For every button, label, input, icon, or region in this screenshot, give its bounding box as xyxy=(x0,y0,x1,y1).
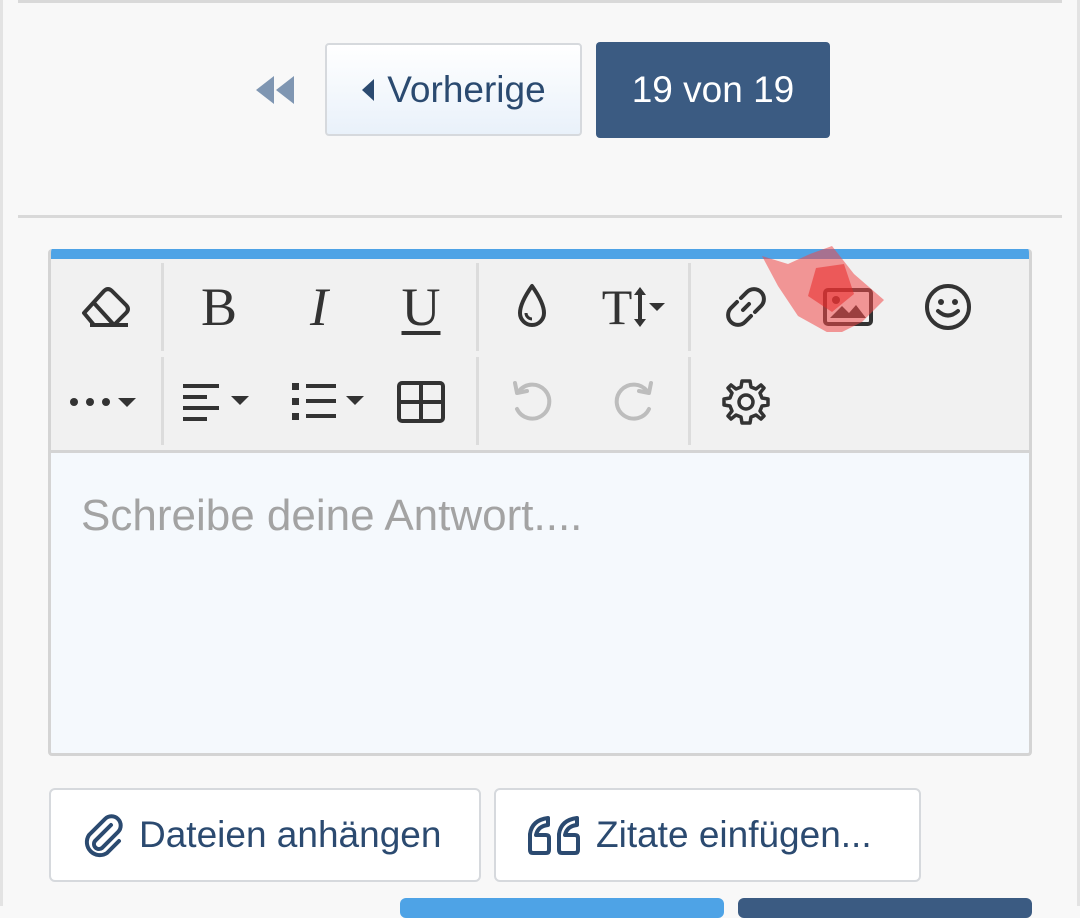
caret-left-icon xyxy=(362,78,375,101)
paperclip-icon xyxy=(84,814,123,858)
toolbar-separator xyxy=(161,263,164,351)
toolbar-separator xyxy=(476,263,479,351)
arrows-vertical-icon xyxy=(634,287,647,327)
reply-editor: B I U T Schreibe deine Antwort.... xyxy=(48,249,1032,756)
insert-image-button[interactable] xyxy=(798,267,898,347)
quote-icon xyxy=(528,816,580,855)
submit-reply-button[interactable] xyxy=(738,898,1032,918)
italic-button[interactable]: I xyxy=(269,267,369,347)
insert-link-button[interactable] xyxy=(696,267,796,347)
section-divider xyxy=(18,215,1062,218)
gear-icon xyxy=(722,379,770,425)
first-page-button[interactable] xyxy=(248,66,300,114)
undo-button[interactable] xyxy=(482,362,582,442)
italic-icon: I xyxy=(310,277,328,337)
smiley-icon xyxy=(925,284,971,330)
top-divider xyxy=(18,0,1062,3)
table-icon xyxy=(397,381,445,423)
toolbar-separator xyxy=(476,357,479,445)
remove-formatting-button[interactable] xyxy=(56,267,156,347)
font-size-button[interactable]: T xyxy=(584,267,684,347)
image-icon xyxy=(823,288,873,326)
redo-button[interactable] xyxy=(584,362,684,442)
toolbar-separator xyxy=(688,357,691,445)
more-icon xyxy=(70,398,136,407)
previous-page-label: Vorherige xyxy=(387,68,546,110)
attach-files-button[interactable]: Dateien anhängen xyxy=(49,788,481,882)
underline-button[interactable]: U xyxy=(371,267,471,347)
editor-accent-bar xyxy=(51,249,1029,259)
bold-icon: B xyxy=(200,277,238,337)
toolbar-separator xyxy=(161,357,164,445)
more-options-button[interactable] xyxy=(56,362,156,442)
chevron-down-icon xyxy=(649,303,666,311)
page-indicator[interactable]: 19 von 19 xyxy=(596,42,830,138)
text-size-glyph: T xyxy=(601,279,633,335)
underline-icon: U xyxy=(401,277,441,337)
droplet-icon xyxy=(518,284,546,327)
first-page-icon xyxy=(256,76,294,104)
text-color-button[interactable] xyxy=(482,267,582,347)
preview-button[interactable] xyxy=(400,898,724,918)
bold-button[interactable]: B xyxy=(169,267,269,347)
insert-quotes-button[interactable]: Zitate einfügen... xyxy=(494,788,921,882)
font-size-icon: T xyxy=(602,282,667,332)
align-button[interactable] xyxy=(169,362,269,442)
previous-page-button[interactable]: Vorherige xyxy=(325,43,582,136)
redo-icon xyxy=(614,381,653,421)
align-icon xyxy=(183,384,249,421)
insert-quotes-label: Zitate einfügen... xyxy=(596,814,872,855)
toolbar-separator xyxy=(688,263,691,351)
editor-settings-button[interactable] xyxy=(696,362,796,442)
reply-textarea-placeholder[interactable]: Schreibe deine Antwort.... xyxy=(81,491,582,541)
list-button[interactable] xyxy=(281,362,381,442)
list-icon xyxy=(292,383,364,420)
insert-smiley-button[interactable] xyxy=(898,267,998,347)
editor-toolbar: B I U T xyxy=(51,259,1029,453)
attach-files-label: Dateien anhängen xyxy=(139,814,442,855)
undo-icon xyxy=(513,381,552,421)
insert-table-button[interactable] xyxy=(371,362,471,442)
page-border-left xyxy=(0,0,3,906)
page-indicator-label: 19 von 19 xyxy=(631,69,795,110)
link-icon xyxy=(726,287,766,327)
eraser-icon xyxy=(82,287,130,327)
